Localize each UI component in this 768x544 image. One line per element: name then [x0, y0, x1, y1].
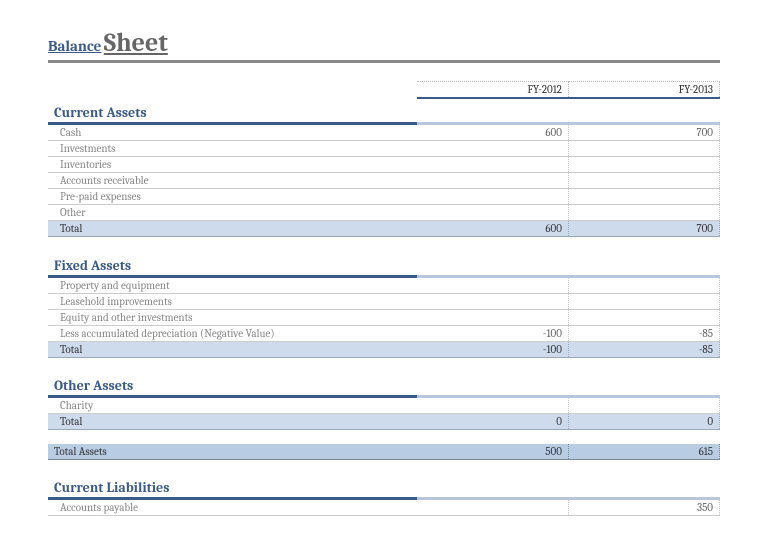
- table-row: Property and equipment: [48, 276, 720, 293]
- table-row: Leasehold improvements: [48, 293, 720, 309]
- total-row: Total-100-85: [48, 341, 720, 357]
- page-title: Balance Sheet: [48, 28, 720, 63]
- section-current-assets: Current Assets: [48, 98, 720, 124]
- title-small: Balance: [48, 37, 101, 55]
- title-big: Sheet: [104, 28, 168, 58]
- table-row: Charity: [48, 397, 720, 414]
- table-row: Equity and other investments: [48, 309, 720, 325]
- section-fixed-assets: Fixed Assets: [48, 251, 720, 277]
- table-row: Other: [48, 205, 720, 221]
- section-other-assets: Other Assets: [48, 371, 720, 397]
- balance-sheet-table: FY-2012 FY-2013 Current Assets Cash60070…: [48, 81, 720, 516]
- table-row: Inventories: [48, 157, 720, 173]
- table-row: Pre-paid expenses: [48, 189, 720, 205]
- table-row: Accounts receivable: [48, 173, 720, 189]
- table-row: Accounts payable350: [48, 499, 720, 516]
- table-row: Investments: [48, 141, 720, 157]
- section-current-liabilities: Current Liabilities: [48, 473, 720, 499]
- total-assets-row: Total Assets 500 615: [48, 444, 720, 460]
- year-1: FY-2012: [417, 82, 568, 99]
- table-row: Cash600700: [48, 124, 720, 141]
- table-row: Less accumulated depreciation (Negative …: [48, 325, 720, 341]
- year-2: FY-2013: [568, 82, 719, 99]
- total-row: Total600700: [48, 221, 720, 237]
- year-header-row: FY-2012 FY-2013: [48, 82, 720, 99]
- total-row: Total00: [48, 414, 720, 430]
